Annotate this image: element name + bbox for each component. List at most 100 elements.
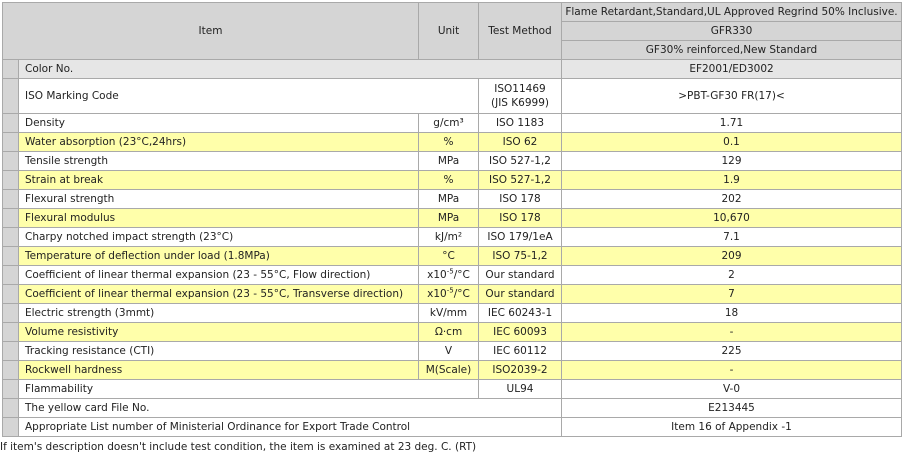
unit-tail: /°C xyxy=(453,269,470,281)
row-value: - xyxy=(561,360,902,380)
header-row-1: Item Unit Test Method Flame Retardant,St… xyxy=(2,2,902,60)
table-row: Volume resistivity Ω·cm IEC 60093 - xyxy=(2,322,902,342)
row-item: Tracking resistance (CTI) xyxy=(18,341,419,361)
row-index-cell xyxy=(2,208,19,228)
row-index-cell xyxy=(2,151,19,171)
row-item: Electric strength (3mmt) xyxy=(18,303,419,323)
header-grade-description: Flame Retardant,Standard,UL Approved Reg… xyxy=(561,2,902,22)
row-index-cell xyxy=(2,170,19,190)
row-value: 10,670 xyxy=(561,208,902,228)
row-unit: g/cm³ xyxy=(418,113,479,133)
row-test-method-line-1: ISO11469 xyxy=(494,83,546,95)
row-test-method: ISO11469 (JIS K6999) xyxy=(478,78,562,114)
table-row: Density g/cm³ ISO 1183 1.71 xyxy=(2,113,902,133)
row-unit: x10-5/°C xyxy=(418,284,479,304)
row-test-method: Our standard xyxy=(478,265,562,285)
table-row: Flexural modulus MPa ISO 178 10,670 xyxy=(2,208,902,228)
row-item: Appropriate List number of Ministerial O… xyxy=(18,417,562,437)
row-unit: M(Scale) xyxy=(418,360,479,380)
row-item: Charpy notched impact strength (23°C) xyxy=(18,227,419,247)
row-index-cell xyxy=(2,398,19,418)
table-row: Tracking resistance (CTI) V IEC 60112 22… xyxy=(2,341,902,361)
header-item: Item xyxy=(2,2,419,60)
header-grade: GFR330 xyxy=(561,21,902,41)
row-item: Flexural modulus xyxy=(18,208,419,228)
row-value: 225 xyxy=(561,341,902,361)
row-value: 202 xyxy=(561,189,902,209)
row-item: Density xyxy=(18,113,419,133)
footnote: If item's description doesn't include te… xyxy=(0,441,477,453)
row-value: 7.1 xyxy=(561,227,902,247)
row-index-cell xyxy=(2,189,19,209)
row-unit: MPa xyxy=(418,189,479,209)
header-unit: Unit xyxy=(418,2,479,60)
row-unit: MPa xyxy=(418,208,479,228)
row-value: E213445 xyxy=(561,398,902,418)
table-row: Rockwell hardness M(Scale) ISO2039-2 - xyxy=(2,360,902,380)
table-row: ISO Marking Code ISO11469 (JIS K6999) >P… xyxy=(2,78,902,114)
row-index-cell xyxy=(2,113,19,133)
row-item: The yellow card File No. xyxy=(18,398,562,418)
row-value: 7 xyxy=(561,284,902,304)
row-item: Strain at break xyxy=(18,170,419,190)
row-unit: MPa xyxy=(418,151,479,171)
table-row: Flammability UL94 V-0 xyxy=(2,379,902,399)
table-row: Temperature of deflection under load (1.… xyxy=(2,246,902,266)
row-unit: °C xyxy=(418,246,479,266)
row-test-method: IEC 60093 xyxy=(478,322,562,342)
row-item: Rockwell hardness xyxy=(18,360,419,380)
row-test-method: UL94 xyxy=(478,379,562,399)
material-spec-table: Item Unit Test Method Flame Retardant,St… xyxy=(2,2,902,437)
row-index-cell xyxy=(2,132,19,152)
row-test-method: ISO 62 xyxy=(478,132,562,152)
row-value: 1.9 xyxy=(561,170,902,190)
row-unit: V xyxy=(418,341,479,361)
unit-base: x10 xyxy=(427,288,447,300)
row-value: >PBT-GF30 FR(17)< xyxy=(561,78,902,114)
row-index-cell xyxy=(2,417,19,437)
row-item: Tensile strength xyxy=(18,151,419,171)
row-index-cell xyxy=(2,341,19,361)
row-value: 18 xyxy=(561,303,902,323)
row-index-cell xyxy=(2,360,19,380)
row-test-method: ISO 178 xyxy=(478,189,562,209)
unit-tail: /°C xyxy=(453,288,470,300)
row-unit: kV/mm xyxy=(418,303,479,323)
row-unit: x10-5/°C xyxy=(418,265,479,285)
table-row: Appropriate List number of Ministerial O… xyxy=(2,417,902,437)
header-test-method: Test Method xyxy=(478,2,562,60)
row-item: Coefficient of linear thermal expansion … xyxy=(18,284,419,304)
row-index-cell xyxy=(2,322,19,342)
row-value: V-0 xyxy=(561,379,902,399)
unit-exponent: -5 xyxy=(446,267,454,276)
row-item: Flammability xyxy=(18,379,479,399)
table-row: Flexural strength MPa ISO 178 202 xyxy=(2,189,902,209)
table-row: The yellow card File No. E213445 xyxy=(2,398,902,418)
row-index-cell xyxy=(2,303,19,323)
row-test-method: ISO 178 xyxy=(478,208,562,228)
row-index-cell xyxy=(2,246,19,266)
row-unit: Ω·cm xyxy=(418,322,479,342)
row-test-method: ISO 179/1eA xyxy=(478,227,562,247)
row-value: 1.71 xyxy=(561,113,902,133)
unit-base: x10 xyxy=(427,269,447,281)
row-test-method-line-2: (JIS K6999) xyxy=(491,97,549,109)
table-row: Coefficient of linear thermal expansion … xyxy=(2,265,902,285)
table-row: Tensile strength MPa ISO 527-1,2 129 xyxy=(2,151,902,171)
table-row: Water absorption (23°C,24hrs) % ISO 62 0… xyxy=(2,132,902,152)
row-test-method: ISO 527-1,2 xyxy=(478,170,562,190)
row-index-cell xyxy=(2,78,19,114)
table-row: Charpy notched impact strength (23°C) kJ… xyxy=(2,227,902,247)
row-item: Flexural strength xyxy=(18,189,419,209)
row-index-cell xyxy=(2,227,19,247)
row-value: EF2001/ED3002 xyxy=(561,59,902,79)
row-index-cell xyxy=(2,59,19,79)
row-test-method: ISO2039-2 xyxy=(478,360,562,380)
row-value: Item 16 of Appendix -1 xyxy=(561,417,902,437)
unit-exponent: -5 xyxy=(446,286,454,295)
row-value: 129 xyxy=(561,151,902,171)
row-index-cell xyxy=(2,265,19,285)
row-index-cell xyxy=(2,379,19,399)
row-test-method: ISO 527-1,2 xyxy=(478,151,562,171)
row-test-method: IEC 60112 xyxy=(478,341,562,361)
